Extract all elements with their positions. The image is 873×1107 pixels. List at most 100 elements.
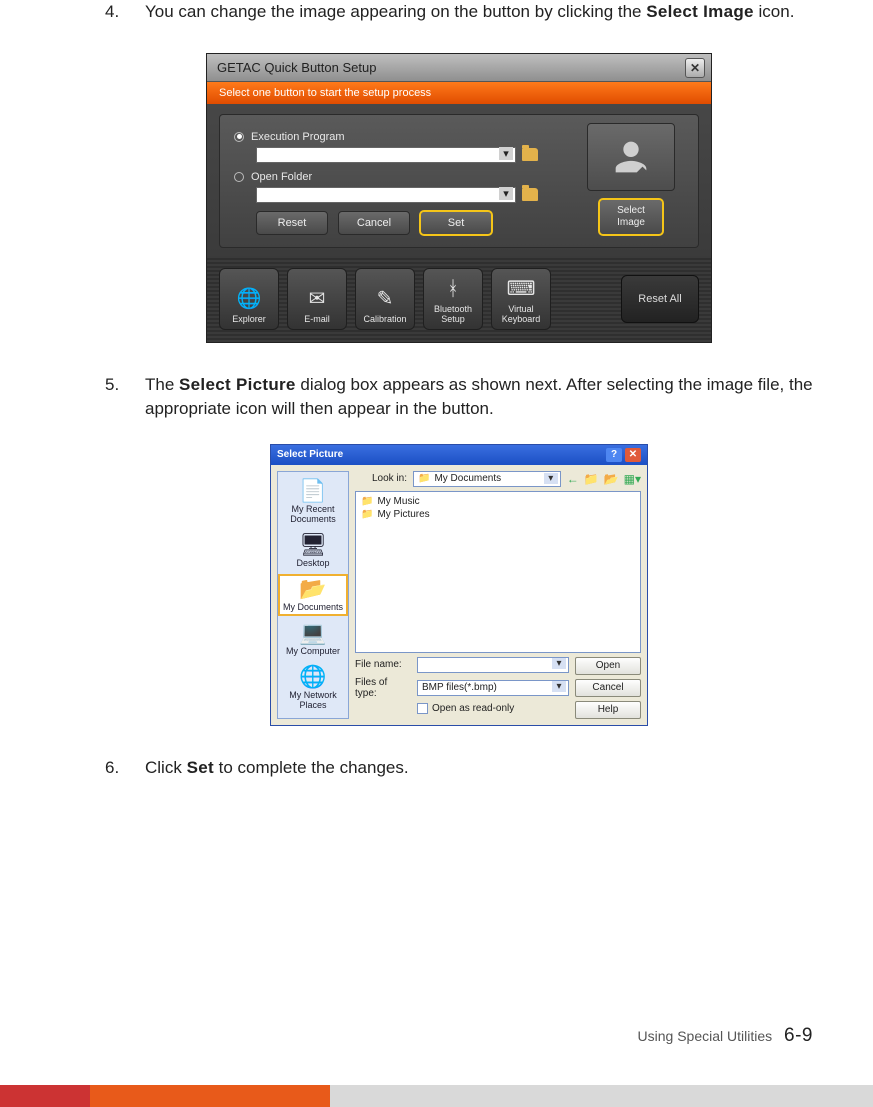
envelope-icon: ✉	[309, 289, 326, 309]
tile-email[interactable]: ✉ E-mail	[287, 268, 347, 330]
file-item-name: My Pictures	[377, 509, 429, 520]
tile-calibration[interactable]: ✎ Calibration	[355, 268, 415, 330]
place-mycomputer[interactable]: 💻 My Computer	[278, 618, 348, 660]
place-mycomputer-label: My Computer	[286, 646, 340, 656]
filename-input[interactable]	[417, 657, 569, 673]
step-4-number: 4.	[105, 0, 135, 25]
network-icon: 🌐	[280, 666, 346, 688]
set-button[interactable]: Set	[420, 211, 492, 235]
page-footer: Using Special Utilities 6-9	[638, 1025, 813, 1047]
step-6-text-before: Click	[145, 758, 187, 777]
radio-execution-program[interactable]	[234, 132, 244, 142]
execution-program-combo[interactable]	[256, 147, 516, 163]
getac-config-panel: Execution Program Open Folder Reset Canc…	[219, 114, 699, 248]
radio-execution-program-label: Execution Program	[251, 131, 345, 143]
place-mydocs[interactable]: 📂 My Documents	[278, 574, 348, 616]
place-desktop-label: Desktop	[296, 558, 329, 568]
step-5-term: Select Picture	[179, 375, 296, 394]
tile-bluetooth-label: Bluetooth Setup	[434, 304, 472, 324]
step-6-number: 6.	[105, 756, 135, 781]
computer-icon: 💻	[280, 622, 346, 644]
getac-titlebar: GETAC Quick Button Setup ✕	[207, 54, 711, 82]
step-6-text-after: to complete the changes.	[214, 758, 409, 777]
step-6: 6. Click Set to complete the changes.	[105, 756, 813, 781]
browse-exec-icon[interactable]	[522, 148, 538, 161]
cancel-button[interactable]: Cancel	[338, 211, 410, 235]
step-5-number: 5.	[105, 373, 135, 398]
getac-dialog: GETAC Quick Button Setup ✕ Select one bu…	[206, 53, 712, 343]
step-4: 4. You can change the image appearing on…	[105, 0, 813, 25]
select-image-button[interactable]: Select Image	[599, 199, 663, 235]
open-button[interactable]: Open	[575, 657, 641, 675]
calibration-icon: ✎	[377, 289, 394, 309]
place-recent-label: My Recent Documents	[290, 504, 336, 524]
button-image-preview	[587, 123, 675, 191]
getac-title: GETAC Quick Button Setup	[217, 60, 376, 75]
places-bar: 📄My Recent Documents 🖥 Desktop 📂 My Docume…	[277, 471, 349, 719]
view-menu-icon[interactable]: ▦▾	[624, 472, 641, 486]
person-icon	[608, 134, 654, 180]
bluetooth-icon: ᚼ	[447, 279, 459, 299]
folder-icon: 📂	[280, 578, 346, 600]
place-desktop[interactable]: 🖥 Desktop	[278, 530, 348, 572]
tile-calibration-label: Calibration	[363, 314, 406, 324]
readonly-label: Open as read-only	[432, 703, 514, 714]
folder-icon: 📁	[361, 496, 373, 507]
browse-folder-icon[interactable]	[522, 188, 538, 201]
footer-section: Using Special Utilities	[638, 1028, 773, 1044]
tile-bluetooth[interactable]: ᚼ Bluetooth Setup	[423, 268, 483, 330]
globe-icon: 🌐	[237, 289, 262, 309]
folder-icon: 📁	[361, 509, 373, 520]
footer-color-bar	[0, 1085, 873, 1107]
close-icon[interactable]: ✕	[685, 58, 705, 78]
step-6-term: Set	[187, 758, 214, 777]
file-list[interactable]: 📁 My Music 📁 My Pictures	[355, 491, 641, 653]
up-folder-icon[interactable]: 📁	[584, 472, 599, 486]
tile-explorer-label: Explorer	[232, 314, 266, 324]
place-mynetwork-label: My Network Places	[289, 690, 337, 710]
place-mydocs-label: My Documents	[283, 602, 343, 612]
close-icon[interactable]: ✕	[625, 448, 641, 462]
radio-open-folder[interactable]	[234, 172, 244, 182]
step-4-term: Select Image	[646, 2, 754, 21]
keyboard-icon: ⌨	[507, 279, 536, 299]
back-icon[interactable]: ←	[567, 472, 579, 486]
filetype-combo[interactable]: BMP files(*.bmp)	[417, 680, 569, 696]
select-picture-titlebar: Select Picture ? ✕	[271, 445, 647, 465]
open-folder-combo[interactable]	[256, 187, 516, 203]
reset-all-button[interactable]: Reset All	[621, 275, 699, 323]
footer-page-number: 6-9	[784, 1025, 813, 1046]
help-icon[interactable]: ?	[606, 448, 622, 462]
place-recent[interactable]: 📄My Recent Documents	[278, 476, 348, 528]
filetype-label: Files of type:	[355, 677, 411, 699]
reset-button[interactable]: Reset	[256, 211, 328, 235]
step-5-text-before: The	[145, 375, 179, 394]
desktop-icon: 🖥	[280, 534, 346, 556]
list-item[interactable]: 📁 My Pictures	[361, 508, 635, 521]
recent-docs-icon: 📄	[280, 480, 346, 502]
folder-icon: 📁	[418, 473, 430, 484]
place-mynetwork[interactable]: 🌐My Network Places	[278, 662, 348, 714]
select-picture-dialog: Select Picture ? ✕ 📄My Recent Documents …	[270, 444, 648, 726]
readonly-checkbox[interactable]	[417, 703, 428, 714]
lookin-value: My Documents	[434, 473, 501, 484]
tile-explorer[interactable]: 🌐 Explorer	[219, 268, 279, 330]
tile-email-label: E-mail	[304, 314, 330, 324]
lookin-combo[interactable]: 📁 My Documents	[413, 471, 561, 487]
help-button[interactable]: Help	[575, 701, 641, 719]
step-4-text-after: icon.	[754, 2, 795, 21]
cancel-button[interactable]: Cancel	[575, 679, 641, 697]
quick-button-dock: 🌐 Explorer ✉ E-mail ✎ Calibration ᚼ Blue…	[207, 256, 711, 342]
step-5: 5. The Select Picture dialog box appears…	[105, 373, 813, 422]
getac-banner: Select one button to start the setup pro…	[207, 82, 711, 104]
radio-open-folder-label: Open Folder	[251, 171, 312, 183]
tile-vkbd-label: Virtual Keyboard	[502, 304, 541, 324]
select-picture-title: Select Picture	[277, 449, 343, 460]
list-item[interactable]: 📁 My Music	[361, 495, 635, 508]
new-folder-icon[interactable]: 📂	[604, 472, 619, 486]
filename-label: File name:	[355, 659, 411, 670]
file-item-name: My Music	[377, 496, 419, 507]
tile-virtual-keyboard[interactable]: ⌨ Virtual Keyboard	[491, 268, 551, 330]
step-4-text-before: You can change the image appearing on th…	[145, 2, 646, 21]
lookin-label: Look in:	[355, 473, 407, 484]
